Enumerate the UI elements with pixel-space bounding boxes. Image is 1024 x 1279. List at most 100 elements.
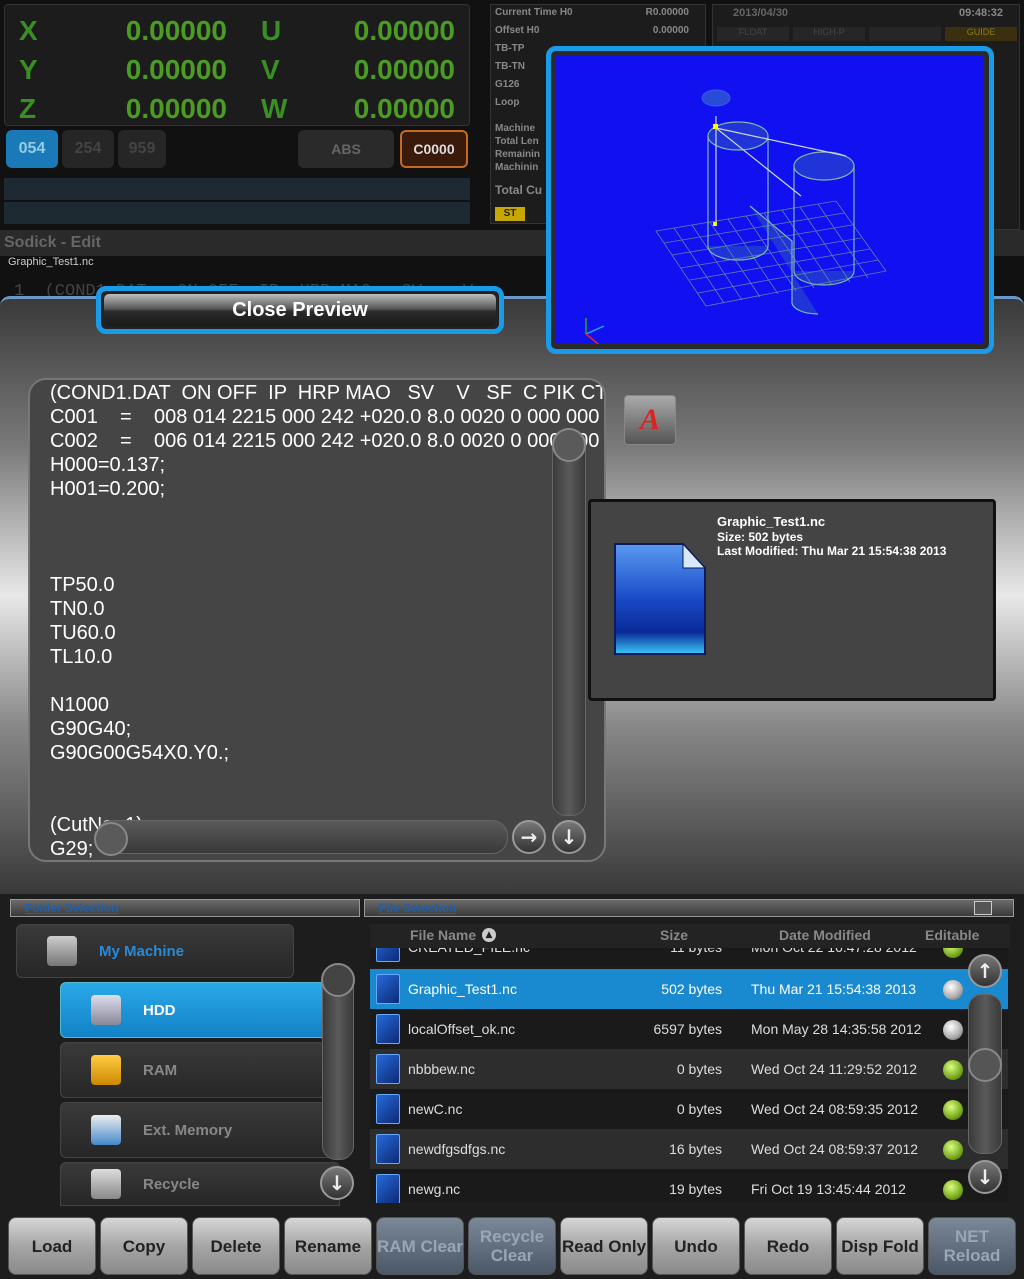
code-line: N1000 [50, 694, 109, 716]
file-size: 0 bytes [676, 1061, 722, 1077]
file-size: 11 bytes [670, 948, 722, 955]
col-file-name[interactable]: File Name [410, 927, 476, 943]
file-row[interactable]: newC.nc 0 bytes Wed Oct 24 08:59:35 2012 [370, 1089, 1008, 1129]
file-date: Thu Mar 21 15:54:38 2013 [751, 981, 917, 997]
coord-254-button[interactable]: 254 [62, 130, 114, 168]
file-row[interactable]: CREATED_FILE.nc 11 bytes Mon Oct 22 16:47:… [370, 948, 1008, 967]
file-selection-header: File Selection [364, 899, 1014, 917]
file-scroll-thumb[interactable] [968, 1048, 1002, 1082]
folder-label: RAM [143, 1061, 178, 1079]
abs-button[interactable]: ABS [298, 130, 394, 168]
axis-y-label: Y [19, 54, 38, 85]
file-scroll-up-icon[interactable]: ↑ [968, 954, 1002, 988]
folder-scroll-down-icon[interactable]: ↓ [320, 1166, 354, 1200]
info-label: Loop [495, 97, 520, 108]
info-label: Offset H0 [495, 25, 540, 36]
file-date: Wed Oct 24 08:59:35 2012 [751, 1101, 919, 1117]
file-name: localOffset_ok.nc [408, 1021, 516, 1037]
toolpath-3d-preview[interactable] [546, 46, 994, 354]
scroll-down-arrow-icon[interactable]: ↓ [552, 820, 586, 854]
folder-label: Ext. Memory [143, 1121, 233, 1139]
info-label: TB-TN [495, 61, 525, 72]
file-row[interactable]: localOffset_ok.nc 6597 bytes Mon May 28 14… [370, 1009, 1008, 1049]
axis-w-value: 0.00000 [353, 93, 455, 124]
editable-indicator-icon [943, 1140, 963, 1160]
status-bar-1 [4, 178, 470, 200]
folder-my-machine[interactable]: My Machine [16, 924, 294, 978]
info-label: Current Time H0 [495, 7, 573, 18]
folder-label: Recycle [143, 1175, 200, 1193]
code-line: (COND1.DAT ON OFF IP HRP MAO SV V SF C P… [50, 382, 606, 404]
st-badge: ST [495, 207, 525, 221]
col-editable[interactable]: Editable [925, 927, 979, 943]
file-row[interactable]: Graphic_Test1.nc 502 bytes Thu Mar 21 15:5… [370, 969, 1008, 1009]
file-size: 502 bytes [661, 981, 722, 997]
mode-tab-high-p[interactable]: HIGH-P [793, 27, 865, 41]
folder-selection-header: Folder Selection [10, 899, 360, 917]
axis-z-value: 0.00000 [125, 93, 227, 124]
info-label: Total Len [495, 136, 539, 147]
editable-indicator-icon [943, 1100, 963, 1120]
file-doc-icon [376, 974, 400, 1004]
date-label: 2013/04/30 [733, 7, 789, 19]
axis-x-value: 0.00000 [125, 15, 227, 46]
file-name: Graphic_Test1.nc [408, 981, 517, 997]
file-row[interactable]: newdfgsdfgs.nc 16 bytes Wed Oct 24 08:59:3… [370, 1129, 1008, 1169]
code-vertical-scroll-thumb[interactable] [552, 428, 586, 462]
recycle-bin-icon [91, 1169, 121, 1199]
mode-tab-guide[interactable]: GUIDE [945, 27, 1017, 41]
axis-u-label: U [261, 15, 282, 46]
folder-ext-memory[interactable]: Ext. Memory [60, 1102, 340, 1158]
code-horizontal-scroll-thumb[interactable] [94, 822, 128, 856]
net-reload-button[interactable]: NET Reload [928, 1217, 1016, 1275]
delete-button[interactable]: Delete [192, 1217, 280, 1275]
close-preview-button[interactable]: Close Preview [96, 286, 504, 334]
redo-button[interactable]: Redo [744, 1217, 832, 1275]
scroll-right-arrow-icon[interactable]: → [512, 820, 546, 854]
code-line: TL10.0 [50, 646, 113, 668]
recycle-clear-button[interactable]: Recycle Clear [468, 1217, 556, 1275]
coord-054-button[interactable]: 054 [6, 130, 58, 168]
read-only-button[interactable]: Read Only [560, 1217, 648, 1275]
font-size-icon[interactable]: A [624, 395, 676, 445]
code-horizontal-scrollbar[interactable] [96, 820, 508, 854]
mode-tab-blank[interactable] [869, 27, 941, 41]
computer-icon [47, 936, 77, 966]
ram-clear-button[interactable]: RAM Clear [376, 1217, 464, 1275]
info-label: Remainin [495, 149, 541, 160]
file-size: 16 bytes [669, 1141, 722, 1157]
disp-fold-button[interactable]: Disp Fold [836, 1217, 924, 1275]
editable-indicator-icon [943, 1180, 963, 1200]
code-line: H001=0.200; [50, 478, 166, 500]
load-button[interactable]: Load [8, 1217, 96, 1275]
coord-959-button[interactable]: 959 [118, 130, 166, 168]
undo-button[interactable]: Undo [652, 1217, 740, 1275]
editable-indicator-icon [943, 980, 963, 1000]
col-date-modified[interactable]: Date Modified [779, 927, 871, 943]
folder-recycle[interactable]: Recycle [60, 1162, 340, 1206]
file-scroll-down-icon[interactable]: ↓ [968, 1160, 1002, 1194]
copy-button[interactable]: Copy [100, 1217, 188, 1275]
folder-hdd[interactable]: HDD [60, 982, 340, 1038]
file-doc-icon [376, 1174, 400, 1203]
file-name: nbbbew.nc [408, 1061, 475, 1077]
folder-ram[interactable]: RAM [60, 1042, 340, 1098]
c-code-button[interactable]: C0000 [400, 130, 468, 168]
mode-tab-float[interactable]: FLOAT [717, 27, 789, 41]
file-row[interactable]: newg.nc 19 bytes Fri Oct 19 13:45:44 2012 [370, 1169, 1008, 1203]
info-value: 0.00000 [652, 25, 689, 36]
file-row[interactable]: nbbbew.nc 0 bytes Wed Oct 24 11:29:52 2012 [370, 1049, 1008, 1089]
rename-button[interactable]: Rename [284, 1217, 372, 1275]
axis-position-panel: X 0.00000 U 0.00000 Y 0.00000 V 0.00000 … [4, 4, 470, 126]
file-date: Fri Oct 19 13:45:44 2012 [751, 1181, 906, 1197]
folder-scroll-thumb[interactable] [321, 963, 355, 997]
usb-icon [91, 1115, 121, 1145]
col-size[interactable]: Size [660, 927, 688, 943]
info-label: G126 [495, 79, 520, 90]
info-label: Machine [495, 123, 536, 134]
file-name: CREATED_FILE.nc [408, 948, 530, 955]
code-line: H000=0.137; [50, 454, 166, 476]
view-toggle-icon[interactable] [974, 901, 992, 915]
code-vertical-scrollbar[interactable] [552, 430, 586, 816]
sort-ascending-icon[interactable]: ▲ [482, 928, 496, 942]
